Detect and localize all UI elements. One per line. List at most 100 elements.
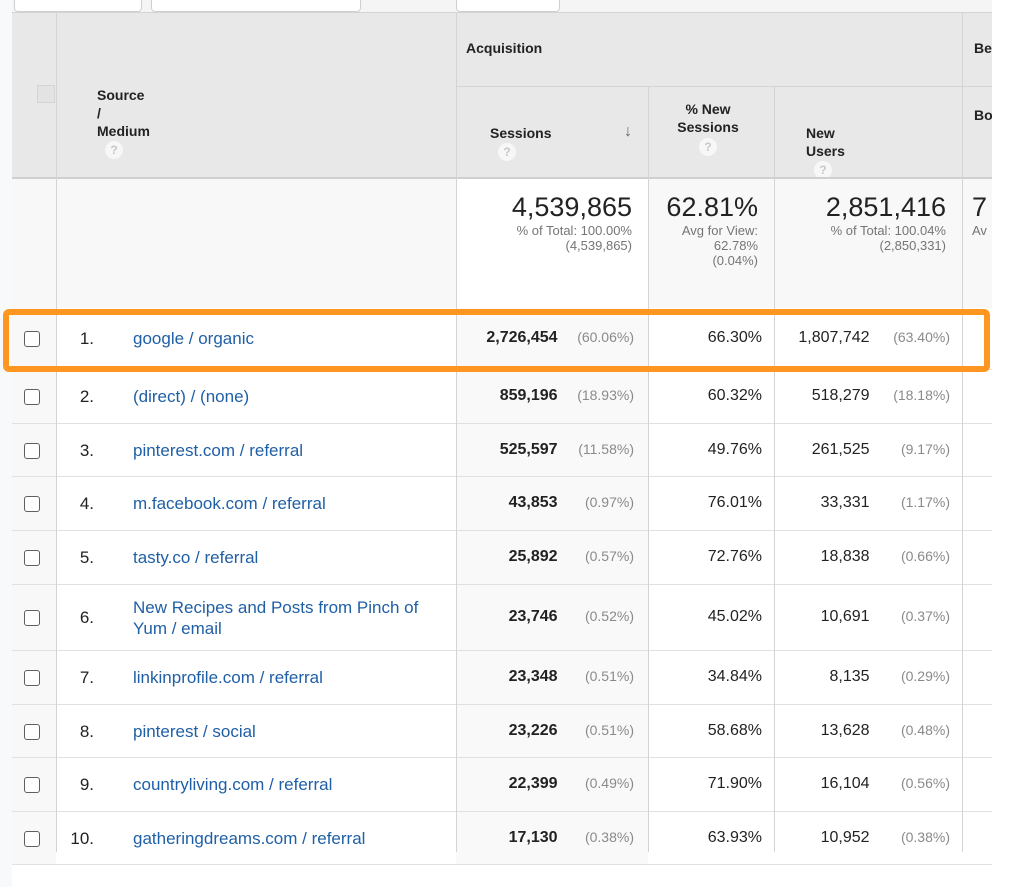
sessions-percent: (0.57%) — [584, 548, 634, 564]
source-medium-link[interactable]: gatheringdreams.com / referral — [133, 828, 453, 849]
source-medium-link[interactable]: pinterest.com / referral — [133, 440, 453, 461]
new-sessions-value: 71.90% — [707, 775, 762, 792]
row-checkbox[interactable] — [24, 830, 40, 847]
row-checkbox[interactable] — [24, 389, 40, 405]
source-medium-link[interactable]: linkinprofile.com / referral — [133, 667, 453, 688]
totals-sessions-value: 4,539,865 — [511, 192, 632, 222]
table-row: 5. tasty.co / referral 25,892 (0.57%) 72… — [12, 531, 992, 585]
sessions-count: 2,726,454 — [486, 329, 558, 346]
new-sessions-value: 58.68% — [707, 721, 762, 739]
toolbar-control-3[interactable] — [456, 0, 560, 12]
source-medium-link[interactable]: tasty.co / referral — [133, 547, 453, 568]
new-users-header-label: New Users — [806, 125, 845, 159]
totals-new-users: 2,851,416 % of Total: 100.04% (2,850,331… — [774, 192, 946, 253]
totals-sessions-sub2: (4,539,865) — [565, 238, 633, 253]
new-users-header[interactable]: New Users ? — [806, 125, 845, 179]
totals-new-users-value: 2,851,416 — [825, 192, 946, 222]
source-medium-link[interactable]: pinterest / social — [133, 721, 453, 742]
row-rank: 1. — [79, 329, 94, 348]
sort-descending-icon[interactable]: ↓ — [624, 123, 632, 141]
table-row: 1. google / organic 2,726,454 (60.06%) 6… — [12, 308, 992, 370]
left-gutter — [0, 0, 12, 887]
divider — [12, 864, 992, 865]
sessions-percent: (11.58%) — [578, 440, 634, 457]
row-checkbox[interactable] — [24, 670, 40, 686]
row-rank: 9. — [79, 775, 94, 794]
divider — [456, 12, 457, 852]
new-users-value: 10,691 (0.37%) — [774, 608, 950, 626]
viewport-edge — [992, 0, 1024, 887]
row-checkbox[interactable] — [24, 331, 40, 347]
row-rank: 10. — [70, 828, 94, 848]
sessions-value: 23,348 (0.51%) — [456, 668, 634, 686]
table-row: 9. countryliving.com / referral 22,399 (… — [12, 758, 992, 812]
table-row: 7. linkinprofile.com / referral 23,348 (… — [12, 651, 992, 705]
row-checkbox[interactable] — [24, 723, 40, 740]
new-users-count: 18,838 — [820, 548, 870, 565]
row-checkbox[interactable] — [24, 777, 40, 793]
new-users-value: 18,838 (0.66%) — [774, 548, 950, 566]
new-users-value: 261,525 (9.17%) — [774, 441, 950, 459]
dimension-header-label: Source / Medium — [97, 87, 150, 139]
source-medium-link[interactable]: google / organic — [133, 328, 453, 349]
sessions-value: 17,130 (0.38%) — [456, 829, 634, 847]
table-row: 8. pinterest / social 23,226 (0.51%) 58.… — [12, 705, 992, 758]
sessions-count: 23,226 — [508, 721, 558, 739]
new-users-percent: (0.48%) — [900, 721, 950, 738]
totals-new-sessions-sub1: Avg for View: — [681, 223, 758, 238]
new-users-percent: (0.56%) — [900, 775, 950, 791]
behavior-group-header: Be — [974, 40, 992, 56]
sessions-percent: (0.51%) — [584, 668, 634, 684]
source-medium-link[interactable]: (direct) / (none) — [133, 386, 453, 407]
row-checkbox[interactable] — [24, 550, 40, 566]
new-sessions-value: 66.30% — [707, 329, 762, 346]
source-medium-link[interactable]: countryliving.com / referral — [133, 774, 453, 795]
toolbar-control-2[interactable] — [151, 0, 361, 12]
row-rank: 5. — [79, 548, 94, 567]
new-users-count: 10,952 — [820, 828, 870, 846]
help-icon[interactable]: ? — [105, 141, 123, 159]
row-rank: 7. — [79, 668, 94, 687]
sessions-count: 859,196 — [499, 387, 558, 404]
row-checkbox[interactable] — [24, 442, 40, 459]
source-medium-link[interactable]: New Recipes and Posts from Pinch of Yum … — [133, 597, 453, 639]
row-checkbox[interactable] — [24, 496, 40, 512]
divider — [12, 12, 992, 13]
totals-new-users-sub1: % of Total: 100.04% — [830, 223, 946, 238]
sessions-value: 25,892 (0.57%) — [456, 548, 634, 566]
sessions-percent: (0.38%) — [584, 828, 634, 845]
sessions-header[interactable]: Sessions ? — [490, 125, 551, 161]
sessions-value: 22,399 (0.49%) — [456, 775, 634, 793]
dimension-header[interactable]: Source / Medium ? — [97, 87, 150, 159]
sessions-count: 22,399 — [508, 775, 558, 792]
source-medium-link[interactable]: m.facebook.com / referral — [133, 493, 453, 514]
sessions-count: 23,746 — [508, 608, 558, 625]
new-sessions-value: 49.76% — [707, 440, 762, 458]
totals-new-sessions-value: 62.81% — [666, 192, 758, 222]
sessions-count: 23,348 — [508, 668, 558, 685]
sessions-percent: (0.97%) — [584, 494, 634, 510]
divider — [962, 12, 963, 852]
toolbar-control-1[interactable] — [14, 0, 142, 12]
sessions-percent: (0.51%) — [584, 721, 634, 738]
table-row: 6. New Recipes and Posts from Pinch of Y… — [12, 585, 992, 651]
bounce-rate-header[interactable]: Bo — [974, 107, 993, 123]
row-rank: 4. — [79, 494, 94, 513]
table-row: 3. pinterest.com / referral 525,597 (11.… — [12, 424, 992, 477]
sessions-value: 43,853 (0.97%) — [456, 494, 634, 512]
new-users-value: 16,104 (0.56%) — [774, 775, 950, 793]
row-checkbox[interactable] — [24, 610, 40, 626]
new-users-value: 1,807,742 (63.40%) — [774, 329, 950, 347]
help-icon[interactable]: ? — [498, 143, 516, 161]
row-rank: 8. — [79, 721, 94, 741]
select-all-checkbox[interactable] — [37, 85, 55, 103]
new-users-value: 13,628 (0.48%) — [774, 722, 950, 740]
totals-new-users-sub2: (2,850,331) — [879, 238, 947, 253]
new-users-value: 33,331 (1.17%) — [774, 494, 950, 512]
sessions-count: 25,892 — [508, 548, 558, 565]
new-users-value: 518,279 (18.18%) — [774, 387, 950, 405]
row-rank: 2. — [79, 387, 94, 406]
new-sessions-header[interactable]: % New Sessions ? — [648, 100, 768, 156]
new-users-count: 13,628 — [820, 721, 870, 739]
help-icon[interactable]: ? — [699, 138, 717, 156]
